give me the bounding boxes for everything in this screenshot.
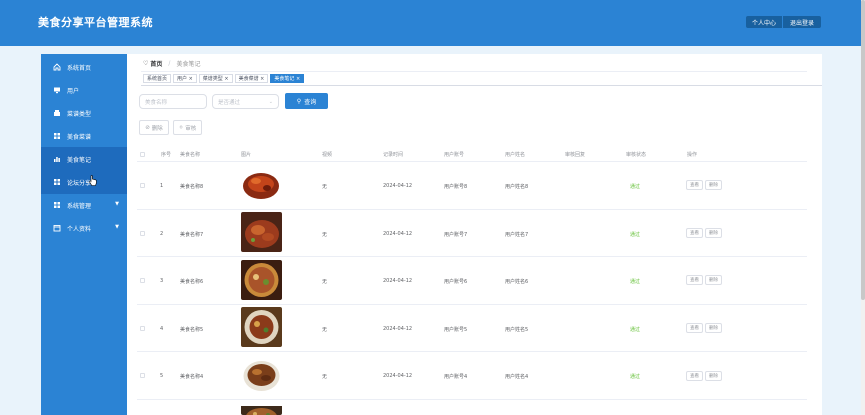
col-account: 用户账号 [444,152,465,158]
view-button[interactable]: 查看 [686,228,703,238]
sidebar-item-label: 系统管理 [67,202,92,210]
user-icon: ⚪ [178,124,184,131]
main-content: ♡ 首页 / 美食笔记 系统首页 用户 × 菜谱类型 × 美食菜谱 × 美食笔记… [127,54,822,415]
sidebar-item-label: 美食笔记 [67,156,92,164]
sidebar-item-recipe-types[interactable]: 菜谱类型 [41,101,127,125]
col-status: 审核状态 [626,152,647,158]
breadcrumb-current: 美食笔记 [176,61,201,68]
view-button[interactable]: 查看 [686,180,703,190]
status-select[interactable]: 是否通过 ⌄ [212,94,279,109]
view-button[interactable]: 查看 [686,371,703,381]
sidebar-item-home[interactable]: 系统首页 [41,55,127,79]
header-buttons: 个人中心 退出登录 [746,16,821,28]
hand-cursor-icon [89,175,97,186]
sidebar-item-system[interactable]: 系统管理 ▼ [41,193,127,217]
food-name-input[interactable]: 美食名称 [139,94,207,109]
breadcrumb-home[interactable]: ♡ 首页 [143,59,162,68]
delete-button[interactable]: 删除 [705,228,722,238]
delete-button[interactable]: 删除 [705,180,722,190]
col-time: 记录时间 [383,152,404,158]
sidebar-item-label: 用户 [67,87,80,95]
sidebar: 系统首页 用户 菜谱类型 美食菜谱 美食笔记 论坛分享 系统管理 ▼ 个人资料 … [41,54,127,415]
row-checkbox[interactable] [140,373,145,378]
top-header: 美食分享平台管理系统 个人中心 退出登录 [0,0,861,46]
status-badge: 通过 [630,184,641,190]
row-checkbox[interactable] [140,231,145,236]
row-checkbox[interactable] [140,278,145,283]
page-scrollbar[interactable] [861,0,865,415]
monitor-icon [53,86,61,94]
status-badge: 通过 [630,232,641,238]
select-all-checkbox[interactable] [140,152,145,157]
sidebar-item-users[interactable]: 用户 [41,78,127,102]
sidebar-item-recipes[interactable]: 美食菜谱 [41,124,127,148]
breadcrumb: ♡ 首页 / 美食笔记 [143,59,201,68]
col-index: 序号 [161,152,172,158]
tray-icon [53,109,61,117]
sidebar-item-forum[interactable]: 论坛分享 [41,170,127,194]
sidebar-item-profile[interactable]: 个人资料 ▼ [41,216,127,240]
chevron-down-icon: ▼ [115,224,119,230]
app-title: 美食分享平台管理系统 [38,16,153,29]
tag-notes[interactable]: 美食笔记 × [270,74,305,83]
sidebar-item-label: 菜谱类型 [67,110,92,118]
tag-home[interactable]: 系统首页 [143,74,172,83]
food-image[interactable] [241,260,282,300]
tag-users[interactable]: 用户 × [173,74,197,83]
delete-button[interactable]: 删除 [705,323,722,333]
tag-recipes[interactable]: 美食菜谱 × [234,74,269,83]
review-button[interactable]: ⚪ 审核 [173,120,202,135]
search-icon: ⚲ [296,97,302,105]
logout-button[interactable]: 退出登录 [783,16,821,28]
sidebar-item-label: 个人资料 [67,225,92,233]
delete-button[interactable]: 删除 [705,371,722,381]
row-checkbox[interactable] [140,183,145,188]
view-button[interactable]: 查看 [686,323,703,333]
status-badge: 通过 [630,374,641,380]
status-badge: 通过 [630,327,641,333]
col-name: 美食名称 [180,152,201,158]
calendar-icon [53,224,61,232]
food-image[interactable] [241,165,282,205]
grid-icon [53,201,61,209]
sidebar-item-label: 论坛分享 [67,179,92,187]
user-center-button[interactable]: 个人中心 [746,16,782,28]
food-image[interactable] [241,403,282,415]
sidebar-item-label: 美食菜谱 [67,133,92,141]
scrollbar-thumb[interactable] [861,0,865,300]
col-actions: 操作 [687,152,698,158]
food-image[interactable] [241,212,282,252]
delete-icon: ⊘ [145,124,150,131]
delete-button[interactable]: 删除 [705,275,722,285]
row-checkbox[interactable] [140,326,145,331]
sidebar-item-notes[interactable]: 美食笔记 [41,147,127,171]
heart-icon: ♡ [143,60,149,67]
grid-icon [53,132,61,140]
batch-delete-button[interactable]: ⊘ 删除 [139,120,169,135]
search-button[interactable]: ⚲ 查询 [285,93,328,109]
home-icon [53,63,61,71]
col-image: 图片 [241,152,252,158]
grid-icon [53,178,61,186]
bar-chart-icon [53,155,61,163]
col-video: 视频 [322,152,333,158]
chevron-down-icon: ⌄ [268,99,273,105]
food-image[interactable] [241,355,282,395]
col-reply: 审核回复 [565,152,586,158]
sidebar-item-label: 系统首页 [67,64,92,72]
chevron-down-icon: ▼ [115,201,119,207]
tag-recipe-types[interactable]: 菜谱类型 × [198,74,233,83]
food-image[interactable] [241,307,282,347]
view-button[interactable]: 查看 [686,275,703,285]
col-username: 用户姓名 [505,152,526,158]
tags-view: 系统首页 用户 × 菜谱类型 × 美食菜谱 × 美食笔记 × [143,74,306,83]
status-badge: 通过 [630,279,641,285]
